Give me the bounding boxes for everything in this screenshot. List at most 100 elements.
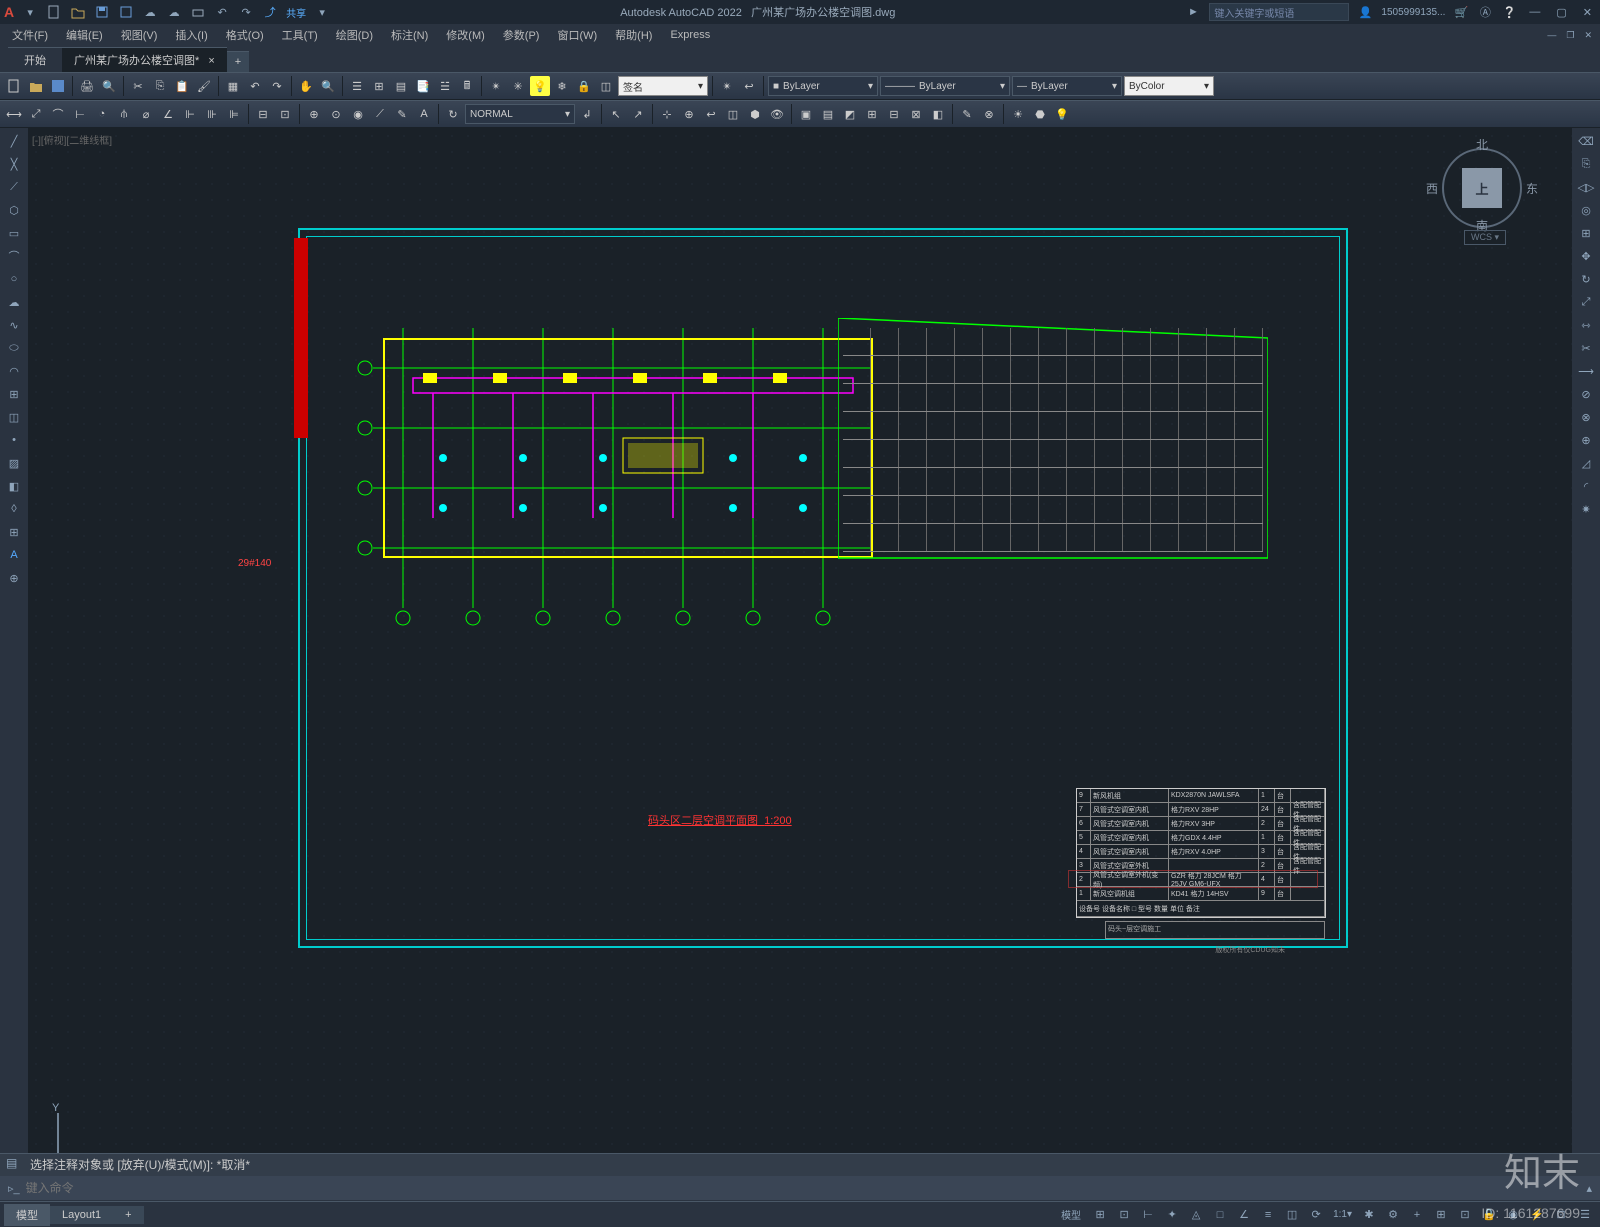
- new-file-icon[interactable]: [4, 76, 24, 96]
- viewcube-top[interactable]: 上: [1462, 168, 1502, 208]
- dim-radius-icon[interactable]: ◔: [92, 104, 112, 124]
- layer-prev-icon[interactable]: ↩: [739, 76, 759, 96]
- table-icon[interactable]: ⊞: [2, 521, 26, 543]
- isodraft-icon[interactable]: ◬: [1185, 1205, 1207, 1225]
- menu-edit[interactable]: 编辑(E): [58, 25, 111, 45]
- osnap-toggle-icon[interactable]: □: [1209, 1205, 1231, 1225]
- units-icon[interactable]: ⊞: [1430, 1205, 1452, 1225]
- dim-break-icon[interactable]: ⊡: [275, 104, 295, 124]
- point-icon[interactable]: •: [2, 429, 26, 451]
- dim-continue-icon[interactable]: ⊫: [224, 104, 244, 124]
- quickprops-icon[interactable]: ⊡: [1454, 1205, 1476, 1225]
- hatch-icon[interactable]: ▨: [2, 452, 26, 474]
- cut-icon[interactable]: ✂: [128, 76, 148, 96]
- fillet-icon[interactable]: ◜: [1574, 475, 1598, 497]
- gradient-icon[interactable]: ◧: [2, 475, 26, 497]
- zoom-icon[interactable]: 🔍: [318, 76, 338, 96]
- lineweight-toggle-icon[interactable]: ≡: [1257, 1205, 1279, 1225]
- trim-icon[interactable]: ✂: [1574, 337, 1598, 359]
- cmd-recent-icon[interactable]: ▴: [1586, 1182, 1592, 1195]
- ellipse-arc-icon[interactable]: ◠: [2, 360, 26, 382]
- polygon-icon[interactable]: ⬡: [2, 199, 26, 221]
- menu-express[interactable]: Express: [662, 27, 718, 43]
- vs-hidden-icon[interactable]: ⊟: [884, 104, 904, 124]
- view-front-icon[interactable]: ▣: [796, 104, 816, 124]
- command-line[interactable]: ▹_ ▴: [0, 1176, 1600, 1200]
- copy-icon[interactable]: ⎘: [150, 76, 170, 96]
- ucs-obj-icon[interactable]: ⬢: [745, 104, 765, 124]
- pan-icon[interactable]: ✋: [296, 76, 316, 96]
- stretch-icon[interactable]: ⇿: [1574, 314, 1598, 336]
- grid-toggle-icon[interactable]: ⊞: [1089, 1205, 1111, 1225]
- refedit-icon[interactable]: ✎: [957, 104, 977, 124]
- insert-block-icon[interactable]: ⊞: [2, 383, 26, 405]
- otrack-toggle-icon[interactable]: ∠: [1233, 1205, 1255, 1225]
- dim-edit-icon[interactable]: ✎: [392, 104, 412, 124]
- tab-add-button[interactable]: +: [227, 51, 249, 72]
- inspect-icon[interactable]: ◉: [348, 104, 368, 124]
- mtext-icon[interactable]: A: [2, 544, 26, 566]
- viewport-label[interactable]: [-][俯视][二维线框]: [32, 132, 112, 147]
- workspace-icon[interactable]: ⚙: [1382, 1205, 1404, 1225]
- new-icon[interactable]: [46, 4, 62, 20]
- saveas-icon[interactable]: [118, 4, 134, 20]
- dim-style-icon[interactable]: ↲: [577, 104, 597, 124]
- layer-iso-icon[interactable]: 💡: [530, 76, 550, 96]
- app-switcher-icon[interactable]: Ⓐ: [1477, 4, 1493, 20]
- maximize-button[interactable]: ▢: [1552, 6, 1570, 19]
- leader-icon[interactable]: ↖: [606, 104, 626, 124]
- xline-icon[interactable]: ╳: [2, 153, 26, 175]
- tab-start[interactable]: 开始: [8, 47, 62, 72]
- dim-linear-icon[interactable]: ⟷: [4, 104, 24, 124]
- dim-angular-icon[interactable]: ∠: [158, 104, 178, 124]
- move-icon[interactable]: ✥: [1574, 245, 1598, 267]
- cart-icon[interactable]: 🛒: [1453, 4, 1469, 20]
- dim-jog-line-icon[interactable]: ⟋: [370, 104, 390, 124]
- doc-restore-button[interactable]: ❐: [1562, 30, 1578, 41]
- linetype-dropdown[interactable]: ——— ByLayer▾: [880, 76, 1010, 96]
- view-cube[interactable]: 北 西 东 南 上 WCS ▾: [1432, 138, 1532, 248]
- menu-file[interactable]: 文件(F): [4, 25, 56, 45]
- color-dropdown[interactable]: ■ ByLayer▾: [768, 76, 878, 96]
- layer-lock-icon[interactable]: 🔒: [574, 76, 594, 96]
- undo-icon[interactable]: ↶: [214, 4, 230, 20]
- ellipse-icon[interactable]: ⬭: [2, 337, 26, 359]
- qat-expand-icon[interactable]: ▾: [314, 4, 330, 20]
- erase-icon[interactable]: ⌫: [1574, 130, 1598, 152]
- dim-style-dropdown[interactable]: NORMAL▾: [465, 104, 575, 124]
- sheet-set-icon[interactable]: 📑: [413, 76, 433, 96]
- arc-icon[interactable]: ⌒: [2, 245, 26, 267]
- status-model-button[interactable]: 模型: [1055, 1205, 1087, 1225]
- web-save-icon[interactable]: ☁: [166, 4, 182, 20]
- dim-text-edit-icon[interactable]: A: [414, 104, 434, 124]
- ortho-toggle-icon[interactable]: ⊢: [1137, 1205, 1159, 1225]
- save-file-icon[interactable]: [48, 76, 68, 96]
- tool-palette-icon[interactable]: ▤: [391, 76, 411, 96]
- menu-parametric[interactable]: 参数(P): [495, 25, 548, 45]
- block-icon[interactable]: ▦: [223, 76, 243, 96]
- cmd-expand-icon[interactable]: ▤: [6, 1156, 17, 1170]
- command-input[interactable]: [26, 1181, 1581, 1195]
- web-open-icon[interactable]: ☁: [142, 4, 158, 20]
- print-icon[interactable]: 🖨: [77, 76, 97, 96]
- menu-format[interactable]: 格式(O): [218, 25, 272, 45]
- qat-menu-icon[interactable]: ▾: [22, 4, 38, 20]
- snap-toggle-icon[interactable]: ⊡: [1113, 1205, 1135, 1225]
- polar-toggle-icon[interactable]: ✦: [1161, 1205, 1183, 1225]
- chamfer-icon[interactable]: ◿: [1574, 452, 1598, 474]
- layer-match-icon[interactable]: ✴: [717, 76, 737, 96]
- extend-icon[interactable]: ⟶: [1574, 360, 1598, 382]
- scale-icon[interactable]: ⤢: [1574, 291, 1598, 313]
- layer-states-icon[interactable]: ✳: [508, 76, 528, 96]
- rotate-icon[interactable]: ↻: [1574, 268, 1598, 290]
- dim-arc-icon[interactable]: ⌒: [48, 104, 68, 124]
- menu-draw[interactable]: 绘图(D): [328, 25, 381, 45]
- layer-freeze-icon[interactable]: ❄: [552, 76, 572, 96]
- share-label[interactable]: 共享: [286, 5, 306, 20]
- mirror-icon[interactable]: ◁▷: [1574, 176, 1598, 198]
- centermark-icon[interactable]: ⊙: [326, 104, 346, 124]
- drawing-canvas[interactable]: [-][俯视][二维线框] 北 西 东 南 上 WCS ▾ 29#140: [28, 128, 1572, 1203]
- tolerance-icon[interactable]: ⊕: [304, 104, 324, 124]
- ucs-world-icon[interactable]: ⊕: [679, 104, 699, 124]
- render-icon[interactable]: ☀: [1008, 104, 1028, 124]
